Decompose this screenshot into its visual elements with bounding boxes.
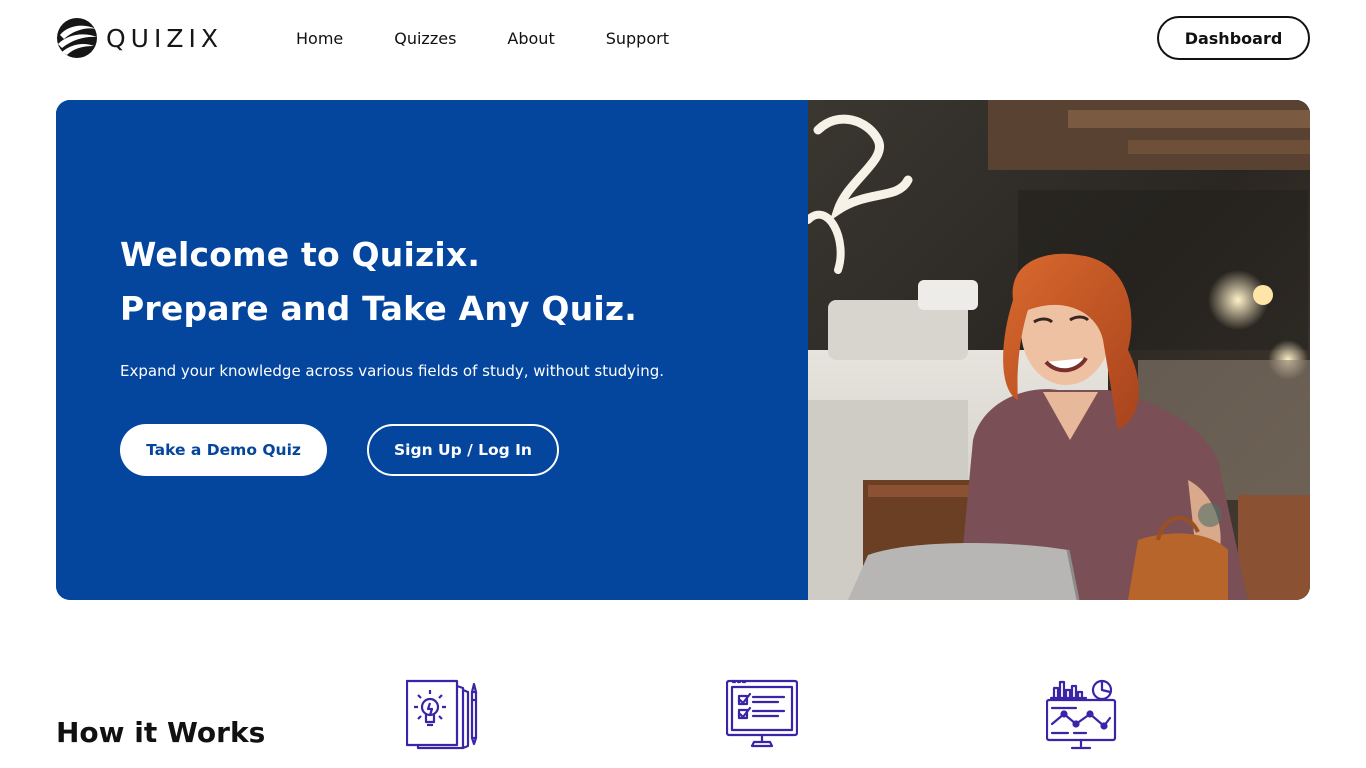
woman-laptop-photo-illustration — [808, 100, 1310, 600]
nav-quizzes[interactable]: Quizzes — [394, 29, 456, 48]
nav-support[interactable]: Support — [606, 29, 669, 48]
nav-about[interactable]: About — [507, 29, 554, 48]
checklist-monitor-icon — [725, 678, 799, 754]
site-header: QUIZIX Home Quizzes About Support Dashbo… — [0, 0, 1366, 76]
hero-title: Welcome to Quizix. Prepare and Take Any … — [120, 228, 637, 336]
nav-home[interactable]: Home — [296, 29, 343, 48]
idea-notes-pencil-icon — [405, 678, 480, 754]
logo-text: QUIZIX — [106, 23, 223, 53]
hero-banner: Welcome to Quizix. Prepare and Take Any … — [56, 100, 1310, 600]
hero-subtitle: Expand your knowledge across various fie… — [120, 362, 664, 380]
quizix-logo-icon — [57, 18, 97, 58]
dashboard-button[interactable]: Dashboard — [1157, 16, 1310, 60]
hero-photo — [808, 100, 1310, 600]
hero-title-line-2: Prepare and Take Any Quiz. — [120, 289, 638, 328]
take-demo-quiz-button[interactable]: Take a Demo Quiz — [120, 424, 327, 476]
how-it-works-title: How it Works — [56, 716, 266, 749]
hero-title-line-1: Welcome to Quizix. — [120, 235, 481, 274]
main-nav: Home Quizzes About Support — [296, 26, 669, 50]
sign-up-log-in-button[interactable]: Sign Up / Log In — [367, 424, 559, 476]
hero-content: Welcome to Quizix. Prepare and Take Any … — [56, 100, 808, 600]
logo[interactable]: QUIZIX — [56, 17, 223, 59]
analytics-monitor-icon — [1045, 678, 1118, 754]
